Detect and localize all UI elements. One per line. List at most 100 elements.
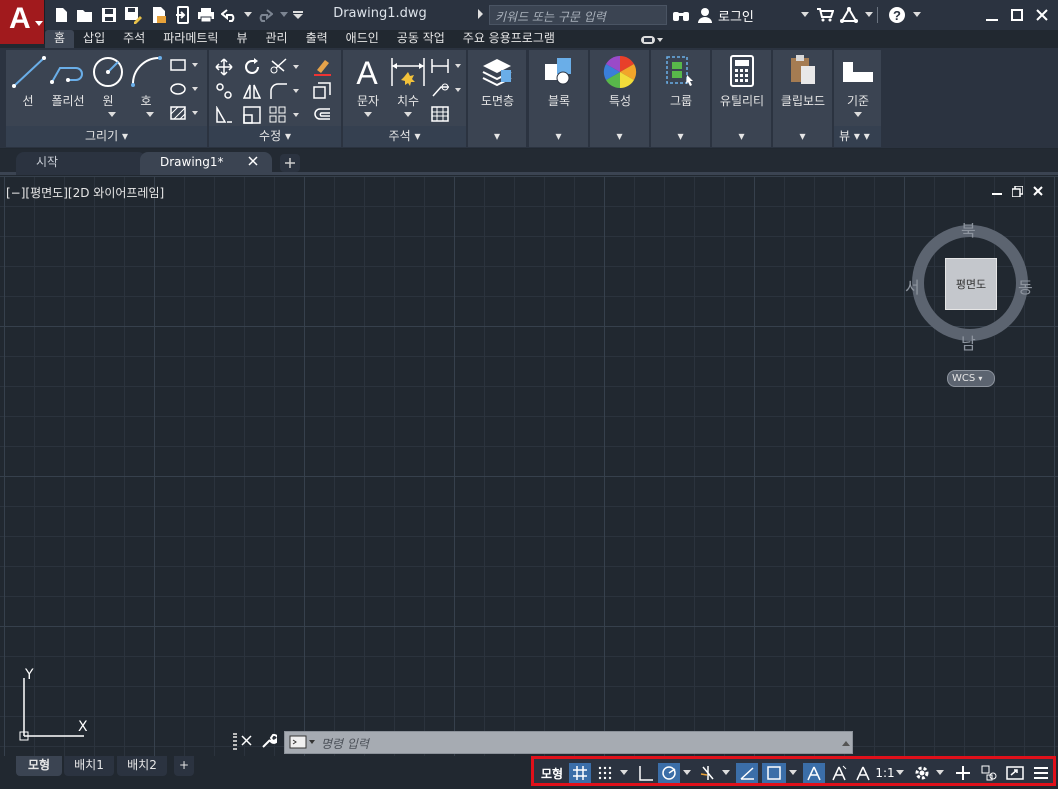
circle-icon[interactable]	[91, 55, 125, 89]
circle-dropdown-icon[interactable]	[108, 112, 116, 118]
arc-dropdown-icon[interactable]	[146, 112, 154, 118]
save-icon[interactable]	[100, 5, 118, 25]
tab-addins[interactable]: 애드인	[337, 30, 388, 49]
tab-collaborate[interactable]: 공동 작업	[388, 30, 454, 49]
annotation-scale-value[interactable]: 1:1	[875, 763, 894, 783]
object-snap-icon[interactable]	[762, 763, 786, 783]
login-dropdown-icon[interactable]	[796, 5, 814, 25]
command-input[interactable]: 명령 입력	[284, 731, 853, 754]
hatch-icon[interactable]	[170, 106, 200, 120]
tab-model[interactable]: 모형	[16, 756, 62, 776]
viewcube-north[interactable]: 북	[961, 217, 976, 241]
close-button[interactable]	[1030, 4, 1054, 26]
rotate-icon[interactable]	[243, 58, 261, 76]
tab-parametric[interactable]: 파라메트릭	[154, 30, 227, 49]
panel-clipboard[interactable]: 클립보드 ▾	[772, 50, 832, 147]
command-prompt-icon[interactable]	[289, 735, 317, 749]
circle-label[interactable]: 원	[96, 92, 120, 109]
copy-icon[interactable]	[215, 82, 233, 100]
new-file-icon[interactable]	[52, 5, 70, 25]
polyline-label[interactable]: 폴리선	[48, 92, 88, 109]
connect-icon[interactable]	[840, 5, 858, 25]
tab-featured-apps[interactable]: 주요 응용프로그램	[454, 30, 564, 49]
fillet-icon[interactable]	[269, 82, 303, 100]
layers-dropdown[interactable]: ▾	[468, 126, 526, 147]
arc-icon[interactable]	[130, 55, 164, 87]
table-icon[interactable]	[431, 106, 449, 122]
close-tab-icon[interactable]	[248, 156, 258, 166]
ribbon-display-toggle[interactable]	[640, 33, 664, 46]
new-tab-button[interactable]	[280, 154, 300, 172]
auto-scale-icon[interactable]	[828, 763, 850, 783]
trim-icon[interactable]	[269, 58, 303, 76]
tab-layout2[interactable]: 배치2	[117, 756, 167, 776]
block-dropdown[interactable]: ▾	[529, 126, 588, 147]
viewcube-face-top[interactable]: 평면도	[945, 258, 997, 310]
groups-dropdown[interactable]: ▾	[651, 126, 710, 147]
command-close-icon[interactable]	[241, 735, 252, 746]
ortho-icon[interactable]	[635, 763, 657, 783]
linear-dimension-icon[interactable]	[431, 58, 463, 74]
command-line-grip[interactable]	[233, 733, 237, 750]
drawing-canvas[interactable]	[0, 176, 1058, 756]
viewport-minimize-icon[interactable]	[992, 187, 1002, 197]
plus-icon[interactable]	[952, 763, 974, 783]
viewcube-west[interactable]: 서	[905, 274, 920, 298]
workspace-dropdown-icon[interactable]	[934, 763, 946, 783]
snap-dropdown-icon[interactable]	[618, 763, 630, 783]
annotation-scale-icon[interactable]	[852, 763, 874, 783]
panel-properties[interactable]: 특성 ▾	[589, 50, 649, 147]
viewport-controls[interactable]: [−][평면도][2D 와이어프레임]	[6, 184, 164, 201]
line-icon[interactable]	[12, 56, 46, 88]
clipboard-dropdown[interactable]: ▾	[773, 126, 832, 147]
panel-groups[interactable]: 그룹 ▾	[650, 50, 710, 147]
offset-icon[interactable]	[313, 106, 331, 124]
isodraft-icon[interactable]	[697, 763, 719, 783]
help-dropdown-icon[interactable]	[908, 5, 926, 25]
modify-panel-title[interactable]: 수정 ▾	[209, 126, 341, 147]
viewcube-east[interactable]: 동	[1018, 274, 1033, 298]
text-icon[interactable]: A	[352, 56, 382, 88]
rectangle-icon[interactable]	[170, 58, 200, 72]
object-snap-dropdown-icon[interactable]	[787, 763, 799, 783]
isolate-objects-icon[interactable]	[978, 763, 1000, 783]
panel-utilities[interactable]: 유틸리티 ▾	[711, 50, 771, 147]
explode-icon[interactable]	[313, 82, 331, 100]
save-as-icon[interactable]	[124, 5, 142, 25]
polyline-icon[interactable]	[50, 58, 86, 86]
export-icon[interactable]	[150, 5, 168, 25]
move-icon[interactable]	[215, 58, 233, 76]
text-label[interactable]: 문자	[353, 92, 383, 109]
viewcube-south[interactable]: 남	[961, 330, 976, 354]
login-button[interactable]: 로그인	[718, 6, 754, 25]
arc-label[interactable]: 호	[134, 92, 158, 109]
tab-layout1[interactable]: 배치1	[64, 756, 114, 776]
wcs-menu[interactable]: WCS ▾	[947, 370, 995, 387]
tab-output[interactable]: 출력	[297, 30, 337, 49]
text-dropdown-icon[interactable]	[364, 112, 372, 118]
viewport-close-icon[interactable]	[1033, 186, 1043, 196]
cart-icon[interactable]	[816, 5, 834, 25]
search-input[interactable]: 키워드 또는 구문 입력	[489, 5, 667, 25]
mirror-icon[interactable]	[243, 82, 261, 100]
grid-icon[interactable]	[569, 763, 591, 783]
binoculars-icon[interactable]	[672, 5, 690, 25]
clean-screen-icon[interactable]	[1004, 763, 1026, 783]
dimension-icon[interactable]	[390, 56, 426, 88]
help-icon[interactable]: ?	[888, 5, 906, 25]
view-panel-title[interactable]: 뷰 ▾ ▾ ↘	[834, 126, 881, 163]
draw-panel-title[interactable]: 그리기 ▾	[6, 126, 207, 147]
annotation-panel-title[interactable]: 주석 ▾	[343, 126, 466, 147]
array-icon[interactable]	[269, 106, 303, 124]
command-history-icon[interactable]	[842, 740, 850, 746]
object-snap-tracking-icon[interactable]	[736, 763, 758, 783]
annotation-visibility-icon[interactable]	[803, 763, 825, 783]
model-space-button[interactable]: 모형	[538, 763, 566, 783]
open-folder-icon[interactable]	[76, 5, 94, 25]
add-layout-button[interactable]: +	[174, 756, 194, 776]
properties-dropdown[interactable]: ▾	[590, 126, 649, 147]
maximize-button[interactable]	[1005, 4, 1029, 26]
panel-view[interactable]: 기준 뷰 ▾ ▾ ↘	[833, 50, 881, 163]
base-view-dropdown-icon[interactable]	[854, 112, 862, 118]
dimension-dropdown-icon[interactable]	[404, 112, 412, 118]
